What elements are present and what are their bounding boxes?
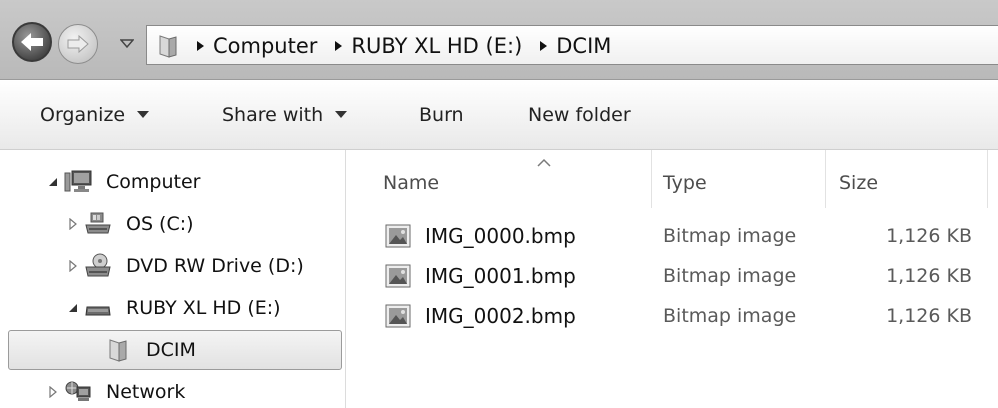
- file-name: IMG_0001.bmp: [425, 264, 576, 288]
- breadcrumb: Computer RUBY XL HD (E:) DCIM: [187, 26, 611, 66]
- column-header-type-label: Type: [663, 172, 707, 194]
- sort-ascending-icon: [537, 158, 551, 167]
- tree-item-os-drive[interactable]: OS (C:): [0, 204, 346, 244]
- breadcrumb-computer[interactable]: Computer: [213, 34, 317, 58]
- column-divider[interactable]: [651, 150, 652, 208]
- dvd-drive-icon: [84, 252, 112, 280]
- back-arrow-icon: [21, 33, 43, 51]
- removable-drive-icon: [84, 294, 112, 322]
- address-box[interactable]: Computer RUBY XL HD (E:) DCIM: [146, 25, 998, 65]
- breadcrumb-ruby-drive[interactable]: RUBY XL HD (E:): [351, 34, 522, 58]
- file-row[interactable]: IMG_0001.bmp Bitmap image 1,126 KB: [347, 256, 998, 296]
- expanded-triangle-icon[interactable]: [46, 175, 60, 189]
- file-type: Bitmap image: [663, 225, 797, 247]
- file-type: Bitmap image: [663, 305, 797, 327]
- recent-pages-dropdown[interactable]: [120, 38, 134, 50]
- column-divider[interactable]: [825, 150, 826, 208]
- file-size: 1,126 KB: [886, 265, 972, 287]
- tree-item-dcim[interactable]: DCIM: [0, 330, 346, 370]
- organize-label: Organize: [40, 104, 126, 126]
- burn-label: Burn: [419, 104, 464, 126]
- tree-item-ruby-drive[interactable]: RUBY XL HD (E:): [0, 288, 346, 328]
- bitmap-file-icon: [385, 304, 411, 328]
- chevron-down-icon: [333, 109, 349, 121]
- file-row[interactable]: IMG_0002.bmp Bitmap image 1,126 KB: [347, 296, 998, 336]
- tree-label-computer: Computer: [106, 171, 201, 193]
- command-bar: Organize Share with Burn New folder: [0, 80, 998, 150]
- tree-label-network: Network: [106, 381, 186, 403]
- column-header-size[interactable]: Size: [839, 158, 979, 208]
- organize-button[interactable]: Organize: [40, 80, 151, 150]
- tree-label-ruby-drive: RUBY XL HD (E:): [126, 297, 281, 319]
- folder-icon: [159, 35, 177, 58]
- forward-button[interactable]: [58, 24, 98, 64]
- new-folder-label: New folder: [528, 104, 631, 126]
- file-row[interactable]: IMG_0000.bmp Bitmap image 1,126 KB: [347, 216, 998, 256]
- collapsed-triangle-icon[interactable]: [66, 259, 80, 273]
- file-type: Bitmap image: [663, 265, 797, 287]
- file-size: 1,126 KB: [886, 305, 972, 327]
- breadcrumb-separator-icon[interactable]: [187, 26, 213, 66]
- column-header-name[interactable]: Name: [383, 158, 651, 208]
- column-header-name-label: Name: [383, 172, 440, 194]
- collapsed-triangle-icon[interactable]: [46, 385, 60, 399]
- new-folder-button[interactable]: New folder: [528, 80, 631, 150]
- column-divider[interactable]: [987, 150, 988, 208]
- address-bar-area: Computer RUBY XL HD (E:) DCIM: [0, 0, 998, 80]
- share-with-label: Share with: [222, 104, 324, 126]
- tree-label-dvd-drive: DVD RW Drive (D:): [126, 255, 304, 277]
- tree-item-computer[interactable]: Computer: [0, 162, 346, 202]
- back-button[interactable]: [12, 22, 52, 62]
- chevron-down-icon: [135, 109, 151, 121]
- file-name: IMG_0002.bmp: [425, 304, 576, 328]
- network-icon: [64, 378, 92, 406]
- tree-item-dvd-drive[interactable]: DVD RW Drive (D:): [0, 246, 346, 286]
- folder-icon: [104, 336, 132, 364]
- tree-label-os-drive: OS (C:): [126, 213, 194, 235]
- navigation-pane: Computer OS (C:) DVD RW Drive (D:) RUBY …: [0, 150, 346, 408]
- file-name: IMG_0000.bmp: [425, 224, 576, 248]
- burn-button[interactable]: Burn: [419, 80, 464, 150]
- breadcrumb-separator-icon[interactable]: [530, 26, 556, 66]
- tree-label-dcim: DCIM: [146, 339, 196, 361]
- column-header-type[interactable]: Type: [663, 158, 823, 208]
- forward-arrow-icon: [67, 34, 89, 54]
- file-list-pane: Name Type Size IMG_0000.bmp Bitmap image…: [347, 150, 998, 408]
- share-with-button[interactable]: Share with: [222, 80, 349, 150]
- computer-icon: [64, 168, 92, 196]
- file-size: 1,126 KB: [886, 225, 972, 247]
- bitmap-file-icon: [385, 224, 411, 248]
- tree-item-network[interactable]: Network: [0, 372, 346, 408]
- chevron-down-icon: [120, 39, 134, 49]
- expanded-triangle-icon[interactable]: [66, 301, 80, 315]
- column-header-size-label: Size: [839, 172, 879, 194]
- bitmap-file-icon: [385, 264, 411, 288]
- breadcrumb-separator-icon[interactable]: [325, 26, 351, 66]
- hard-drive-icon: [84, 210, 112, 238]
- collapsed-triangle-icon[interactable]: [66, 217, 80, 231]
- breadcrumb-dcim[interactable]: DCIM: [556, 34, 611, 58]
